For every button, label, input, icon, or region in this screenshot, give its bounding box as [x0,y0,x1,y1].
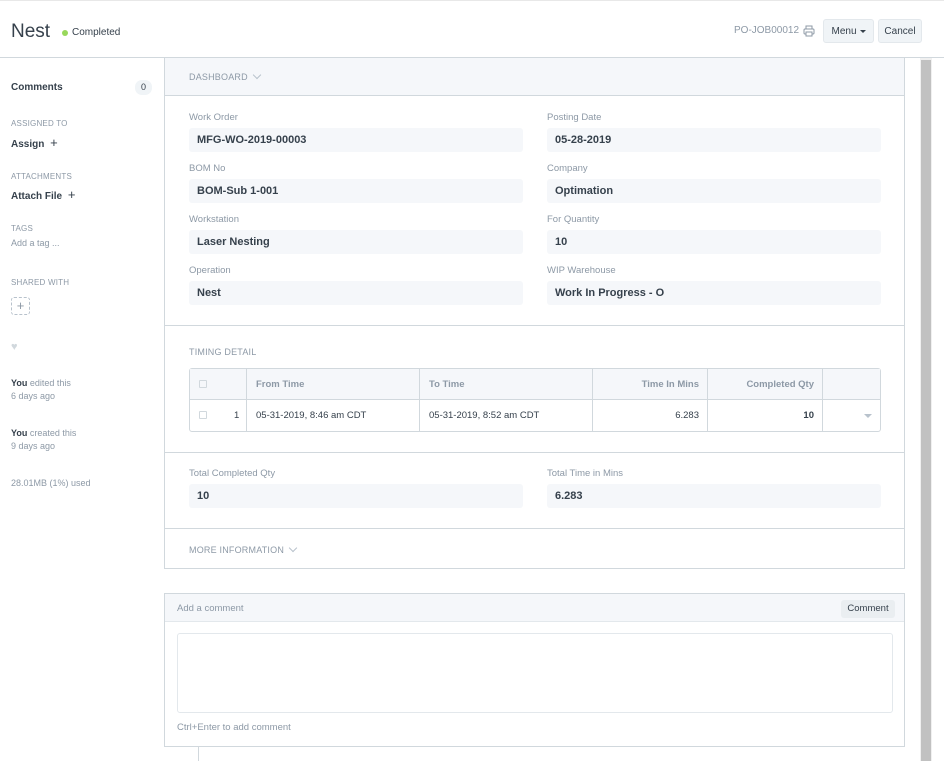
completed-qty-cell[interactable]: 10 [708,400,823,431]
dashboard-toggle[interactable]: DASHBOARD [189,70,262,82]
more-information-toggle[interactable]: MORE INFORMATION [189,543,298,555]
activity-action: edited this [27,378,71,388]
share-add-button[interactable]: + [11,297,30,315]
section-divider [165,325,904,326]
table-row[interactable]: 1 05-31-2019, 8:46 am CDT 05-31-2019, 8:… [190,400,880,431]
menu-button[interactable]: Menu [823,19,874,43]
company-label: Company [547,163,588,174]
status-label: Completed [72,27,121,38]
column-header: To Time [420,369,593,400]
add-tag-link[interactable]: Add a tag ... [11,238,60,248]
tags-heading: TAGS [11,224,33,233]
activity-user: You [11,378,28,388]
column-header: Time In Mins [593,369,708,400]
total-time-in-mins-field[interactable]: 6.283 [547,484,881,508]
cancel-button-label: Cancel [884,25,916,37]
assigned-to-heading: ASSIGNED TO [11,119,68,128]
plus-icon: + [16,298,25,313]
workstation-field[interactable]: Laser Nesting [189,230,523,254]
row-select-cell: 1 [190,400,247,431]
total-completed-qty-label: Total Completed Qty [189,468,276,479]
sidebar-comments-link[interactable]: Comments [11,82,63,93]
bom-no-field[interactable]: BOM-Sub 1-001 [189,179,523,203]
add-comment-label: Add a comment [177,603,244,614]
status-indicator: Completed [62,27,120,38]
row-index: 1 [234,410,240,421]
row-expand-icon[interactable] [864,414,872,418]
storage-usage: 28.01MB (1%) used [11,478,91,488]
document-name: PO-JOB00012 [734,25,800,36]
total-completed-qty-field[interactable]: 10 [189,484,523,508]
posting-date-field[interactable]: 05-28-2019 [547,128,881,152]
cancel-button[interactable]: Cancel [878,19,922,43]
chevron-down-icon [252,70,262,80]
wip-warehouse-label: WIP Warehouse [547,265,616,276]
comment-hint: Ctrl+Enter to add comment [177,722,291,733]
assign-link[interactable]: Assign + [11,135,58,150]
for-quantity-field[interactable]: 10 [547,230,881,254]
operation-label: Operation [189,265,231,276]
comment-box: Add a comment Comment Ctrl+Enter to add … [164,593,905,747]
bom-no-label: BOM No [189,163,226,174]
operation-field[interactable]: Nest [189,281,523,305]
comment-button[interactable]: Comment [841,600,895,618]
dashboard-label: DASHBOARD [189,72,248,82]
workstation-label: Workstation [189,214,239,225]
activity-action: created this [27,428,77,438]
menu-button-label: Menu [831,25,857,37]
comments-count-badge: 0 [135,80,152,95]
select-all-cell [190,369,247,400]
assign-link-label: Assign [11,139,45,150]
activity-item: You edited this 6 days ago [11,377,71,403]
sidebar: Comments 0 ASSIGNED TO Assign + ATTACHME… [0,58,164,761]
activity-time: 9 days ago [11,441,56,451]
print-icon[interactable] [803,25,815,37]
column-header: Completed Qty [708,369,823,400]
wip-warehouse-field[interactable]: Work In Progress - O [547,281,881,305]
work-order-field[interactable]: MFG-WO-2019-00003 [189,128,523,152]
timing-detail-table: From Time To Time Time In Mins Completed… [189,368,881,432]
time-in-mins-cell[interactable]: 6.283 [593,400,708,431]
timing-detail-heading: TIMING DETAIL [189,347,256,357]
section-divider [165,528,904,529]
work-order-label: Work Order [189,112,238,123]
timeline-line [198,747,199,761]
attach-file-link[interactable]: Attach File + [11,187,76,202]
scrollbar-thumb[interactable] [921,60,931,761]
caret-down-icon [859,29,866,33]
chevron-down-icon [288,543,298,553]
activity-time: 6 days ago [11,391,56,401]
company-field[interactable]: Optimation [547,179,881,203]
to-time-cell[interactable]: 05-31-2019, 8:52 am CDT [420,400,593,431]
plus-icon: + [50,135,58,150]
plus-icon: + [67,187,76,202]
timing-detail-label: TIMING DETAIL [189,347,257,357]
section-divider [165,452,904,453]
attachments-heading: ATTACHMENTS [11,172,73,181]
for-quantity-label: For Quantity [547,214,600,225]
activity-item: You created this 9 days ago [11,427,76,453]
page-title: Nest [11,21,51,42]
shared-with-heading: SHARED WITH [11,278,70,287]
row-checkbox[interactable] [199,411,207,420]
page-header: Nest Completed PO-JOB00012 Menu Cancel [0,1,944,58]
posting-date-label: Posting Date [547,112,602,123]
activity-user: You [11,428,28,438]
status-dot-icon [62,29,68,36]
comment-box-header: Add a comment Comment [165,594,904,622]
select-all-checkbox[interactable] [199,380,207,389]
more-information-label: MORE INFORMATION [189,545,285,555]
column-header: From Time [247,369,420,400]
total-time-in-mins-label: Total Time in Mins [547,468,624,479]
attach-file-label: Attach File [11,191,63,202]
dashboard-section-header[interactable]: DASHBOARD [165,58,904,96]
heart-icon[interactable]: ♥ [11,341,18,353]
from-time-cell[interactable]: 05-31-2019, 8:46 am CDT [247,400,420,431]
comment-input[interactable] [177,633,893,713]
form-layout: DASHBOARD Work Order MFG-WO-2019-00003 P… [164,58,905,569]
table-header: From Time To Time Time In Mins Completed… [190,369,880,400]
